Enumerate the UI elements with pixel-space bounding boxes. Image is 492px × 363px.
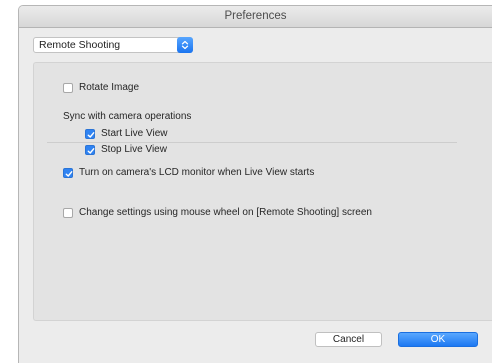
stop-live-view-checkbox[interactable] <box>85 145 95 155</box>
mouse-wheel-checkbox[interactable] <box>63 208 73 218</box>
category-select[interactable]: Remote Shooting <box>33 37 193 53</box>
category-select-value: Remote Shooting <box>39 39 121 51</box>
rotate-image-label: Rotate Image <box>79 82 140 93</box>
lcd-monitor-label: Turn on camera's LCD monitor when Live V… <box>79 167 315 178</box>
ok-button[interactable]: OK <box>398 332 478 347</box>
divider <box>47 142 457 143</box>
checkmark-icon <box>87 148 95 154</box>
settings-panel <box>33 62 492 321</box>
rotate-image-option[interactable]: Rotate Image <box>63 82 139 94</box>
cancel-button[interactable]: Cancel <box>315 332 382 347</box>
updown-chevron-icon[interactable] <box>177 37 193 53</box>
checkmark-icon <box>65 171 73 177</box>
mouse-wheel-option[interactable]: Change settings using mouse wheel on [Re… <box>63 207 372 219</box>
lcd-monitor-option[interactable]: Turn on camera's LCD monitor when Live V… <box>63 167 314 179</box>
stop-live-view-option[interactable]: Stop Live View <box>85 144 167 156</box>
preferences-window: Preferences Remote Shooting Rotate Image… <box>18 5 492 363</box>
checkmark-icon <box>87 132 95 138</box>
start-live-view-label: Start Live View <box>101 128 168 139</box>
lcd-monitor-checkbox[interactable] <box>63 168 73 178</box>
mouse-wheel-label: Change settings using mouse wheel on [Re… <box>79 207 372 218</box>
rotate-image-checkbox[interactable] <box>63 83 73 93</box>
sync-heading: Sync with camera operations <box>63 111 192 122</box>
start-live-view-checkbox[interactable] <box>85 129 95 139</box>
start-live-view-option[interactable]: Start Live View <box>85 128 168 140</box>
window-title: Preferences <box>19 6 492 28</box>
stop-live-view-label: Stop Live View <box>101 144 167 155</box>
